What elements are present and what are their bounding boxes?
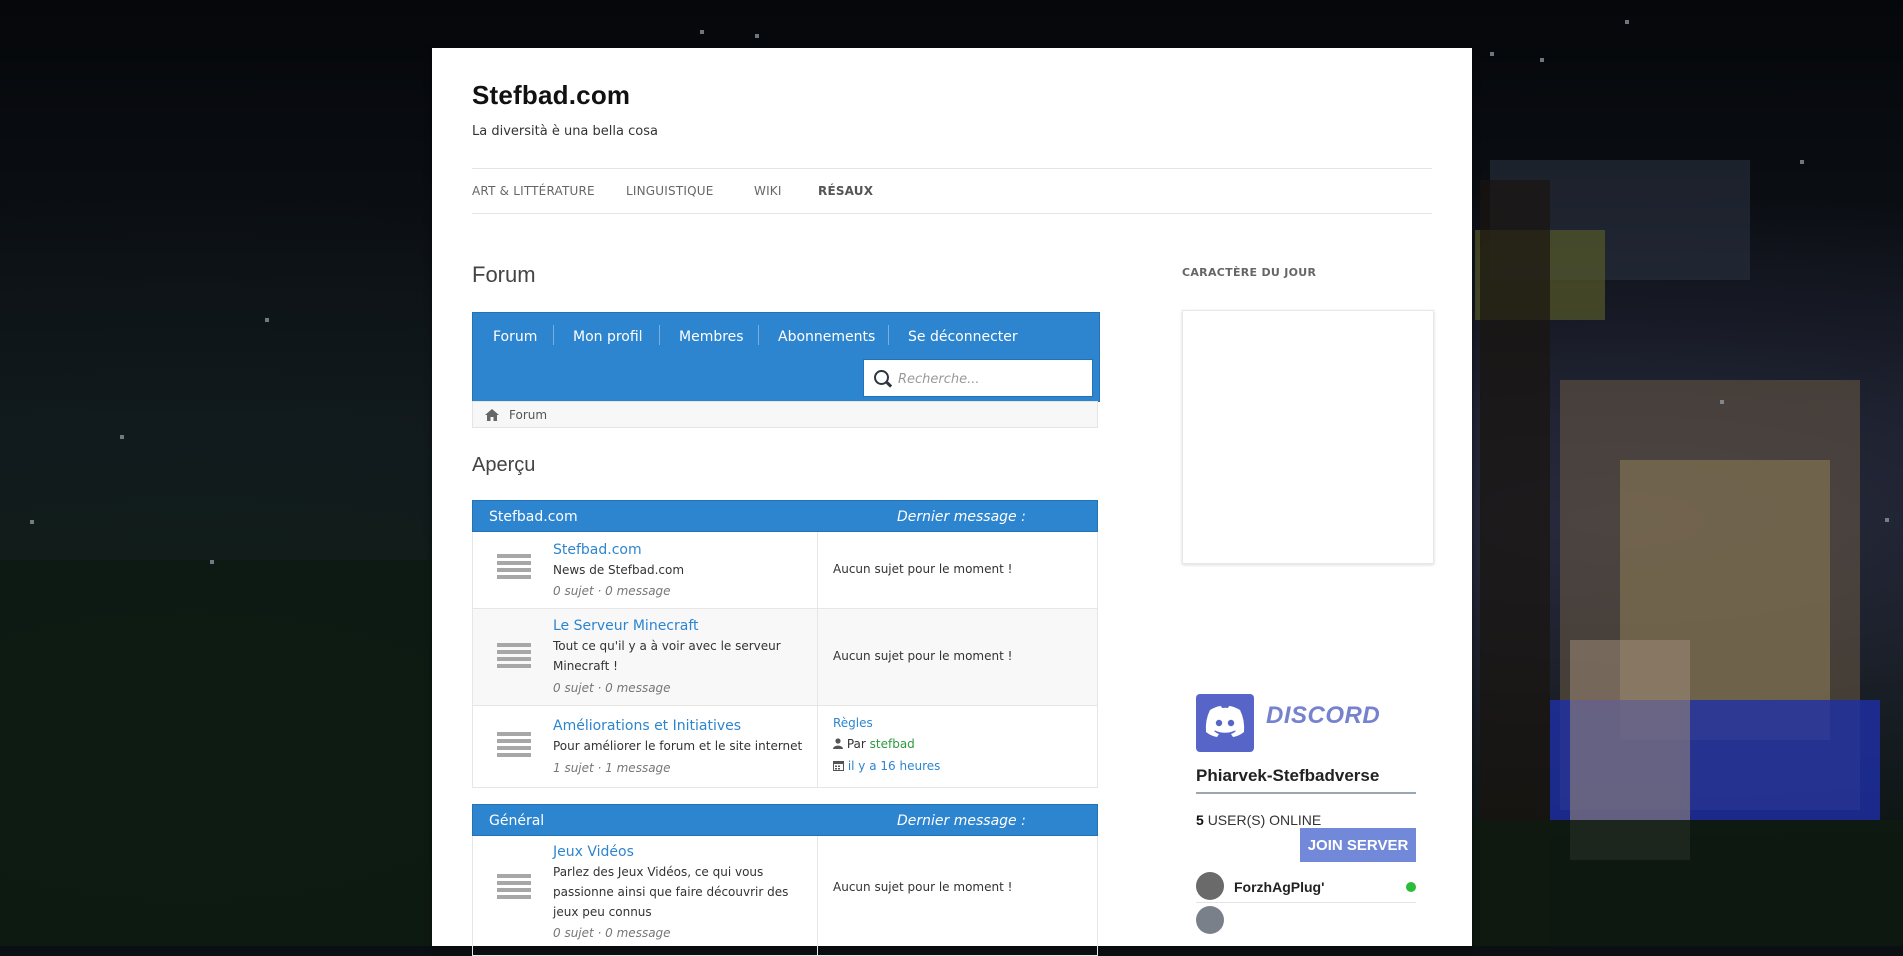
forum-list-icon bbox=[497, 732, 531, 760]
online-count: 5 USER(S) ONLINE bbox=[1196, 812, 1321, 828]
nav-item-linguistique[interactable]: LINGUISTIQUE bbox=[626, 184, 714, 198]
forum-description: Pour améliorer le forum et le site inter… bbox=[553, 739, 803, 753]
main-nav: ART & LITTÉRATURE LINGUISTIQUE WIKI RÉSA… bbox=[472, 168, 1432, 214]
search-box bbox=[863, 359, 1093, 398]
forum-row: Jeux Vidéos Parlez des Jeux Vidéos, ce q… bbox=[472, 836, 1098, 956]
forum-menu-logout[interactable]: Se déconnecter bbox=[908, 329, 1018, 345]
category-header: Général Dernier message : bbox=[472, 804, 1098, 836]
discord-server-name: Phiarvek-Stefbadverse bbox=[1196, 766, 1380, 785]
menu-divider bbox=[758, 325, 759, 345]
category-title[interactable]: Général bbox=[489, 813, 544, 829]
forum-stats: 0 sujet · 0 message bbox=[553, 584, 671, 598]
online-number: 5 bbox=[1196, 812, 1204, 828]
discord-user-row: ForzhAgPlug' bbox=[1196, 872, 1416, 903]
search-input[interactable] bbox=[896, 360, 1090, 398]
forum-row: Améliorations et Initiatives Pour amélio… bbox=[472, 706, 1098, 788]
forum-menu-forum[interactable]: Forum bbox=[493, 329, 537, 345]
last-message-author: Par stefbad bbox=[833, 737, 915, 751]
category-title[interactable]: Stefbad.com bbox=[489, 509, 578, 525]
last-topic-link[interactable]: Règles bbox=[833, 716, 873, 730]
breadcrumb: Forum bbox=[472, 401, 1098, 428]
forum-title[interactable]: Le Serveur Minecraft bbox=[553, 618, 699, 634]
forum-menu-subscriptions[interactable]: Abonnements bbox=[778, 329, 875, 345]
breadcrumb-forum[interactable]: Forum bbox=[509, 408, 547, 422]
site-description: La diversità è una bella cosa bbox=[472, 124, 658, 139]
column-divider bbox=[817, 836, 818, 955]
forum-list-icon bbox=[497, 874, 531, 902]
overview-heading: Aperçu bbox=[472, 454, 536, 476]
column-divider bbox=[817, 706, 818, 787]
site-title[interactable]: Stefbad.com bbox=[472, 80, 630, 111]
last-message: Aucun sujet pour le moment ! bbox=[833, 880, 1013, 894]
online-label: USER(S) ONLINE bbox=[1207, 812, 1322, 828]
user-icon bbox=[833, 738, 843, 749]
nav-item-art-litterature[interactable]: ART & LITTÉRATURE bbox=[472, 184, 595, 198]
divider bbox=[1196, 792, 1416, 794]
home-icon[interactable] bbox=[485, 409, 499, 421]
menu-divider bbox=[659, 325, 660, 345]
forum-stats: 1 sujet · 1 message bbox=[553, 761, 671, 775]
nav-item-wiki[interactable]: WIKI bbox=[754, 184, 782, 198]
date-link[interactable]: il y a 16 heures bbox=[848, 759, 941, 773]
widget-title: CARACTÈRE DU JOUR bbox=[1182, 266, 1317, 279]
forum-row: Stefbad.com News de Stefbad.com 0 sujet … bbox=[472, 532, 1098, 609]
forum-title[interactable]: Améliorations et Initiatives bbox=[553, 718, 741, 734]
last-message: Aucun sujet pour le moment ! bbox=[833, 562, 1013, 576]
avatar bbox=[1196, 872, 1224, 900]
menu-divider bbox=[553, 325, 554, 345]
discord-wordmark: DISCORD bbox=[1266, 702, 1381, 729]
last-message-label: Dernier message : bbox=[897, 509, 1026, 525]
avatar bbox=[1196, 906, 1224, 934]
discord-username: ForzhAgPlug' bbox=[1234, 879, 1325, 895]
forum-row: Le Serveur Minecraft Tout ce qu'il y a à… bbox=[472, 609, 1098, 706]
last-message-date: il y a 16 heures bbox=[833, 759, 940, 773]
calendar-icon bbox=[833, 761, 844, 771]
column-divider bbox=[817, 532, 818, 608]
forum-stats: 0 sujet · 0 message bbox=[553, 681, 671, 695]
author-link[interactable]: stefbad bbox=[870, 737, 915, 751]
online-status-dot bbox=[1406, 882, 1416, 892]
forum-list-icon bbox=[497, 554, 531, 582]
forum-description: News de Stefbad.com bbox=[553, 563, 685, 577]
forum-description: Parlez des Jeux Vidéos, ce qui vous pass… bbox=[553, 865, 789, 919]
page-container: Stefbad.com La diversità è una bella cos… bbox=[432, 48, 1472, 956]
forum-description: Tout ce qu'il y a à voir avec le serveur… bbox=[553, 639, 781, 673]
category-header: Stefbad.com Dernier message : bbox=[472, 500, 1098, 532]
page-title: Forum bbox=[472, 262, 536, 287]
forum-stats: 0 sujet · 0 message bbox=[553, 926, 671, 940]
column-divider bbox=[817, 609, 818, 705]
last-message-label: Dernier message : bbox=[897, 813, 1026, 829]
nav-item-resaux[interactable]: RÉSAUX bbox=[818, 184, 873, 198]
join-server-button[interactable]: JOIN SERVER bbox=[1300, 828, 1416, 862]
discord-logo-icon[interactable] bbox=[1196, 694, 1254, 752]
forum-title[interactable]: Stefbad.com bbox=[553, 542, 642, 558]
menu-divider bbox=[888, 325, 889, 345]
by-prefix: Par bbox=[846, 737, 866, 751]
character-of-the-day-widget bbox=[1182, 310, 1434, 564]
forum-menu-bar: Forum Mon profil Membres Abonnements Se … bbox=[472, 312, 1100, 402]
forum-menu-members[interactable]: Membres bbox=[679, 329, 744, 345]
forum-menu-profile[interactable]: Mon profil bbox=[573, 329, 643, 345]
forum-list-icon bbox=[497, 643, 531, 671]
last-message: Aucun sujet pour le moment ! bbox=[833, 649, 1013, 663]
forum-title[interactable]: Jeux Vidéos bbox=[553, 844, 634, 860]
search-icon bbox=[874, 370, 889, 385]
